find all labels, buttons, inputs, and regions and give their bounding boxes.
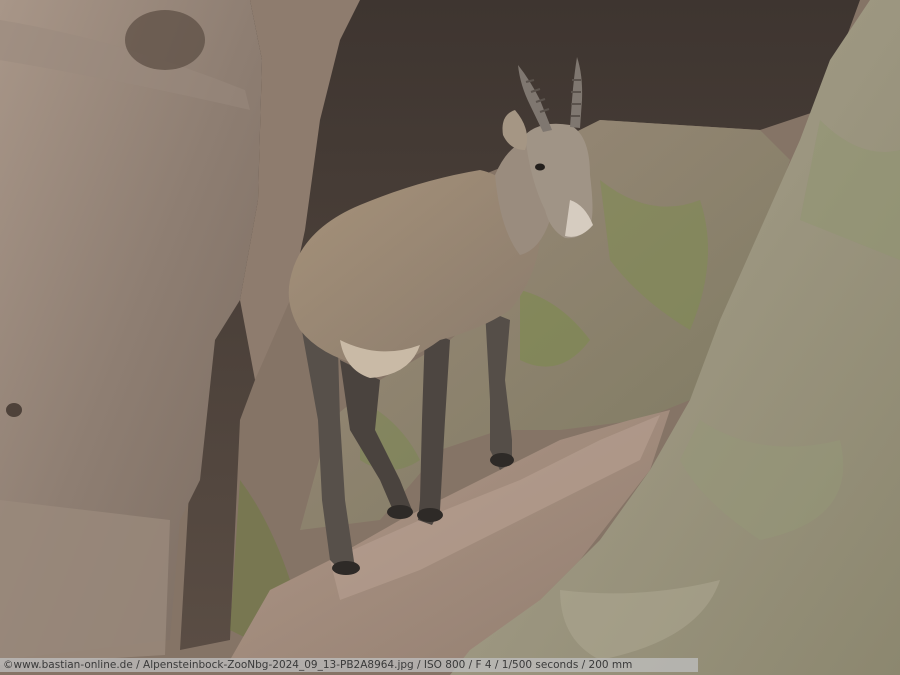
photo-caption: ©www.bastian-online.de / Alpensteinbock-… [0,658,698,672]
photo-scene [0,0,900,675]
ibex-hoof [417,508,443,522]
ibex-hoof [490,453,514,467]
left-lower-rock [0,500,170,665]
rock-hole-small [6,403,22,417]
ibex-hoof [387,505,413,519]
ibex-eye [535,163,545,171]
rock-hole [125,10,205,70]
ibex-hoof [332,561,360,575]
ibex-photo: ©www.bastian-online.de / Alpensteinbock-… [0,0,900,675]
